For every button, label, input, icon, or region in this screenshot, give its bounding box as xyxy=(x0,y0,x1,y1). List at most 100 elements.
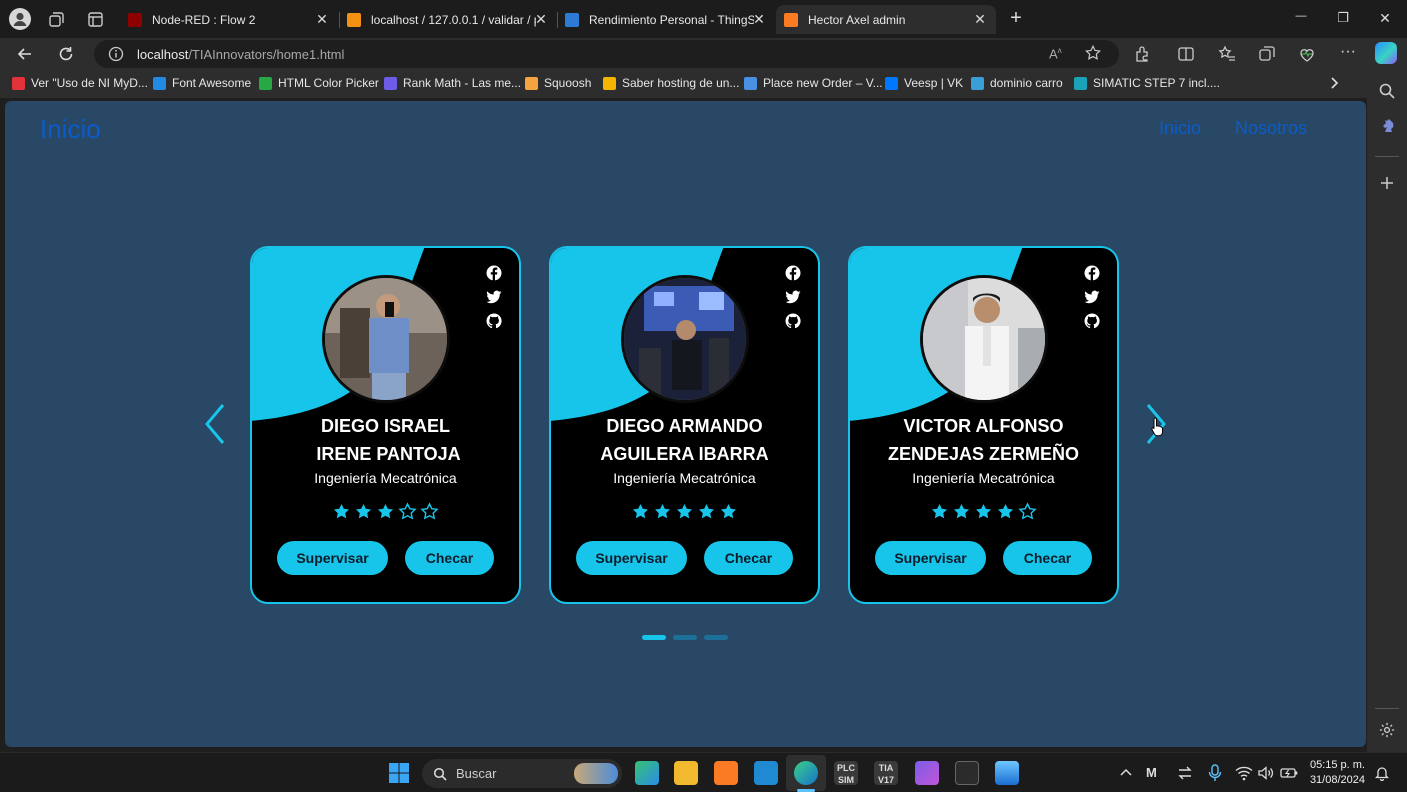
address-bar[interactable]: localhost/TIAInnovators/home1.html Aʌ xyxy=(94,40,1119,68)
profile-icon[interactable] xyxy=(9,8,31,30)
favorite-star-icon[interactable] xyxy=(1084,44,1102,62)
wifi-icon[interactable] xyxy=(1235,765,1253,781)
member-role: Ingeniería Mecatrónica xyxy=(912,470,1055,486)
github-icon[interactable] xyxy=(1084,313,1100,329)
star-filled-icon xyxy=(676,503,693,519)
bookmark-item[interactable]: HTML Color Picker xyxy=(259,76,379,90)
browser-tab[interactable]: Node-RED : Flow 2 ✕ xyxy=(120,5,338,34)
url-text: localhost/TIAInnovators/home1.html xyxy=(137,47,344,62)
supervisar-button[interactable]: Supervisar xyxy=(875,541,986,575)
more-options-icon[interactable]: ··· xyxy=(1338,43,1358,61)
close-tab-icon[interactable]: ✕ xyxy=(314,11,330,28)
bookmark-item[interactable]: Squoosh xyxy=(525,76,591,90)
windows-start-icon[interactable] xyxy=(388,762,410,784)
twitter-icon[interactable] xyxy=(486,289,502,305)
browser-toolbar: localhost/TIAInnovators/home1.html Aʌ ··… xyxy=(0,38,1407,70)
carousel-dot[interactable] xyxy=(704,635,728,640)
split-screen-icon[interactable] xyxy=(1177,45,1195,63)
close-window-button[interactable]: ✕ xyxy=(1374,10,1396,27)
minimize-button[interactable]: — xyxy=(1290,10,1312,22)
bookmark-favicon-icon xyxy=(259,76,272,90)
clock-date: 31/08/2024 xyxy=(1309,774,1365,786)
member-name-line2: AGUILERA IBARRA xyxy=(600,444,769,464)
carousel-dot[interactable] xyxy=(673,635,697,640)
sidebar-settings-gear-icon[interactable] xyxy=(1378,721,1396,739)
github-icon[interactable] xyxy=(785,313,801,329)
close-tab-icon[interactable]: ✕ xyxy=(972,11,988,28)
notifications-bell-icon[interactable] xyxy=(1374,765,1390,782)
tab-actions-icon[interactable] xyxy=(87,11,104,28)
clock-time: 05:15 p. m. xyxy=(1309,759,1365,771)
battery-icon[interactable] xyxy=(1280,766,1298,780)
browser-tab-active[interactable]: Hector Axel admin ✕ xyxy=(776,5,996,34)
new-tab-button[interactable]: + xyxy=(1006,7,1026,30)
bookmarks-overflow-chevron-icon[interactable] xyxy=(1326,75,1342,91)
site-info-icon[interactable] xyxy=(108,46,124,62)
terminal-app-icon[interactable] xyxy=(955,761,979,785)
add-sidebar-app-icon[interactable] xyxy=(1378,174,1396,192)
collections-icon[interactable] xyxy=(1258,45,1276,63)
file-explorer-icon[interactable] xyxy=(674,761,698,785)
microphone-icon[interactable] xyxy=(1207,764,1223,782)
chess-piece-icon[interactable] xyxy=(1378,116,1396,134)
tab-title: Node-RED : Flow 2 xyxy=(152,12,256,27)
workspaces-icon[interactable] xyxy=(48,11,65,28)
browser-tab[interactable]: Rendimiento Personal - ThingSpe ✕ xyxy=(557,5,775,34)
checar-button[interactable]: Checar xyxy=(405,541,494,575)
bookmark-item[interactable]: Place new Order – V... xyxy=(744,76,883,90)
carousel-prev-arrow-icon[interactable] xyxy=(201,402,229,446)
star-filled-icon xyxy=(632,503,649,519)
twitter-icon[interactable] xyxy=(1084,289,1100,305)
bookmark-favicon-icon xyxy=(384,76,397,90)
checar-button[interactable]: Checar xyxy=(1003,541,1092,575)
back-icon[interactable] xyxy=(16,45,34,63)
nav-link-inicio[interactable]: Inicio xyxy=(1159,118,1201,139)
remote-desktop-app-icon[interactable] xyxy=(995,761,1019,785)
extensions-icon[interactable] xyxy=(1133,45,1151,63)
close-tab-icon[interactable]: ✕ xyxy=(751,11,767,28)
bookmark-item[interactable]: Veesp | VK xyxy=(885,76,963,90)
github-icon[interactable] xyxy=(486,313,502,329)
maximize-button[interactable]: ❐ xyxy=(1332,10,1354,26)
star-filled-icon xyxy=(997,503,1014,519)
facebook-icon[interactable] xyxy=(1084,265,1100,281)
supervisar-button[interactable]: Supervisar xyxy=(576,541,687,575)
facebook-icon[interactable] xyxy=(785,265,801,281)
xampp-app-icon[interactable] xyxy=(714,761,738,785)
bookmark-item[interactable]: Saber hosting de un... xyxy=(603,76,739,90)
site-brand-link[interactable]: Inicio xyxy=(40,114,101,145)
member-name-line2: IRENE PANTOJA xyxy=(316,444,461,464)
bookmark-item[interactable]: SIMATIC STEP 7 incl.... xyxy=(1074,76,1220,90)
system-clock[interactable]: 05:15 p. m. 31/08/2024 xyxy=(1305,758,1365,788)
close-tab-icon[interactable]: ✕ xyxy=(533,11,549,28)
edge-browser-icon[interactable] xyxy=(794,761,818,785)
carousel-dot[interactable] xyxy=(642,635,666,640)
taskbar-search-box[interactable]: Buscar xyxy=(422,759,622,788)
browser-tab[interactable]: localhost / 127.0.0.1 / validar / pe ✕ xyxy=(339,5,557,34)
reload-icon[interactable] xyxy=(57,45,75,63)
tray-transfer-icon[interactable] xyxy=(1177,765,1193,781)
read-aloud-icon[interactable]: Aʌ xyxy=(1049,46,1062,61)
vscode-app-icon[interactable] xyxy=(754,761,778,785)
tray-app-icon[interactable]: M xyxy=(1146,765,1162,781)
facebook-icon[interactable] xyxy=(486,265,502,281)
browser-essentials-icon[interactable] xyxy=(1298,45,1316,63)
bookmark-item[interactable]: Font Awesome xyxy=(153,76,251,90)
bookmark-item[interactable]: Ver "Uso de NI MyD... xyxy=(12,76,148,90)
tab-strip: Node-RED : Flow 2 ✕ localhost / 127.0.0.… xyxy=(0,0,1407,38)
plcsim-app-icon[interactable]: PLC SIM xyxy=(834,761,858,785)
search-icon[interactable] xyxy=(1378,82,1396,100)
widgets-app-icon[interactable] xyxy=(635,761,659,785)
checar-button[interactable]: Checar xyxy=(704,541,793,575)
favorites-icon[interactable] xyxy=(1218,45,1236,63)
show-hidden-icons-chevron-icon[interactable] xyxy=(1119,766,1133,780)
twitter-icon[interactable] xyxy=(785,289,801,305)
nav-link-nosotros[interactable]: Nosotros xyxy=(1235,118,1307,139)
bookmark-item[interactable]: Rank Math - Las me... xyxy=(384,76,521,90)
supervisar-button[interactable]: Supervisar xyxy=(277,541,388,575)
volume-icon[interactable] xyxy=(1257,765,1275,781)
tia-portal-app-icon[interactable]: TIA V17 xyxy=(874,761,898,785)
bookmark-item[interactable]: dominio carro xyxy=(971,76,1063,90)
video-editor-app-icon[interactable] xyxy=(915,761,939,785)
copilot-icon[interactable] xyxy=(1375,42,1397,64)
